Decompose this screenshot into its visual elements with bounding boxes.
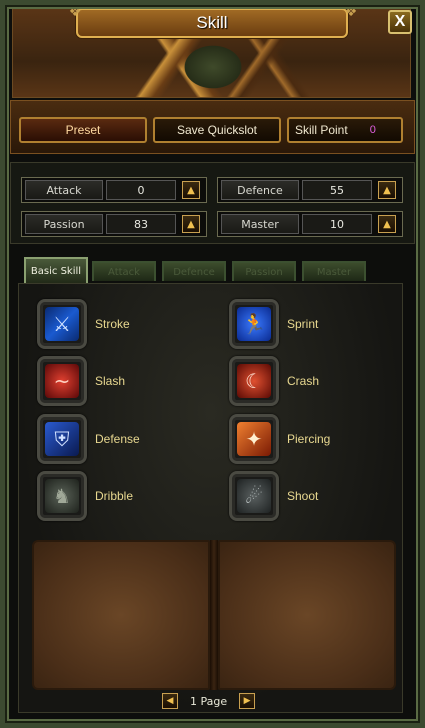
stat-value: 0	[106, 180, 176, 200]
stat-value: 83	[106, 214, 176, 234]
window-title: Skill	[76, 8, 348, 38]
stat-label: Passion	[25, 214, 103, 234]
skill-slot: ☾	[229, 356, 279, 406]
blue-shield-icon: ⛨	[45, 422, 79, 456]
skill-window: Skill ❖ ❖ X Preset Save Quickslot Skill …	[0, 0, 425, 728]
orange-burst-icon: ✦	[237, 422, 271, 456]
tab-label: Master	[316, 266, 352, 278]
skill-name: Shoot	[287, 489, 319, 503]
tab-master[interactable]: Master	[302, 261, 366, 281]
skill-dribble[interactable]: ♞ Dribble	[37, 471, 133, 521]
skill-slash[interactable]: ~ Slash	[37, 356, 125, 406]
corner-ornament-icon: ❖	[68, 4, 82, 20]
skill-slot: ☄	[229, 471, 279, 521]
arrow-up-icon: ▲	[383, 184, 391, 196]
book-left-page	[32, 540, 210, 690]
tab-attack[interactable]: Attack	[92, 261, 156, 281]
skill-book	[32, 540, 396, 690]
skill-shoot[interactable]: ☄ Shoot	[229, 471, 318, 521]
skill-sprint[interactable]: 🏃 Sprint	[229, 299, 318, 349]
stat-attack: Attack 0 ▲	[21, 177, 207, 203]
page-indicator: 1 Page	[190, 694, 228, 708]
close-button[interactable]: X	[388, 10, 412, 34]
tab-label: Defence	[173, 266, 215, 278]
tab-label: Attack	[108, 266, 140, 278]
skill-slot: ♞	[37, 471, 87, 521]
skill-name: Dribble	[95, 489, 134, 503]
preset-label: Preset	[65, 123, 101, 137]
tab-label: Passion	[245, 266, 283, 278]
skill-slot: ✦	[229, 414, 279, 464]
stat-defence: Defence 55 ▲	[217, 177, 403, 203]
skill-point-display: Skill Point 0	[287, 117, 403, 143]
pagination: ◀ 1 Page ▶	[162, 692, 256, 710]
arrow-up-icon: ▲	[187, 184, 195, 196]
skill-slot: ⛨	[37, 414, 87, 464]
tab-label: Basic Skill	[30, 265, 82, 277]
toolbar: Preset Save Quickslot Skill Point 0	[10, 100, 415, 154]
skill-slot: ⚔	[37, 299, 87, 349]
arrow-right-icon: ▶	[243, 696, 251, 706]
next-page-button[interactable]: ▶	[239, 693, 256, 709]
close-icon: X	[394, 13, 406, 30]
skill-point-value: 0	[369, 124, 376, 136]
skill-name: Crash	[287, 374, 320, 388]
skill-name: Slash	[95, 374, 126, 388]
tab-basic-skill[interactable]: Basic Skill	[24, 257, 88, 283]
increase-defence-button[interactable]: ▲	[378, 181, 396, 199]
arrow-left-icon: ◀	[166, 696, 174, 706]
increase-passion-button[interactable]: ▲	[182, 215, 200, 233]
running-figure-icon: 🏃	[237, 307, 271, 341]
book-spine	[210, 540, 218, 690]
skill-defense[interactable]: ⛨ Defense	[37, 414, 140, 464]
stat-value: 55	[302, 180, 372, 200]
save-quickslot-button[interactable]: Save Quickslot	[153, 117, 281, 143]
stat-label: Attack	[25, 180, 103, 200]
book-right-page	[218, 540, 396, 690]
gray-comet-icon: ☄	[237, 479, 271, 513]
stats-panel: Attack 0 ▲ Defence 55 ▲ Passion 83 ▲ Mas…	[10, 162, 415, 244]
skill-slot: 🏃	[229, 299, 279, 349]
skill-tabs: Basic Skill Attack Defence Passion Maste…	[20, 257, 410, 283]
skill-name: Defense	[95, 432, 140, 446]
window-title-text: Skill	[196, 13, 228, 32]
arrow-up-icon: ▲	[187, 218, 195, 230]
skill-stroke[interactable]: ⚔ Stroke	[37, 299, 130, 349]
stat-label: Master	[221, 214, 299, 234]
stat-passion: Passion 83 ▲	[21, 211, 207, 237]
skill-crash[interactable]: ☾ Crash	[229, 356, 319, 406]
preset-button[interactable]: Preset	[19, 117, 147, 143]
corner-ornament-icon: ❖	[344, 4, 358, 20]
tab-defence[interactable]: Defence	[162, 261, 226, 281]
stat-value: 10	[302, 214, 372, 234]
sword-icon: ⚔	[45, 307, 79, 341]
red-swirl-icon: ~	[45, 364, 79, 398]
skill-name: Sprint	[287, 317, 319, 331]
red-crescent-icon: ☾	[237, 364, 271, 398]
save-quickslot-label: Save Quickslot	[176, 123, 258, 137]
tab-passion[interactable]: Passion	[232, 261, 296, 281]
skill-name: Piercing	[287, 432, 331, 446]
increase-master-button[interactable]: ▲	[378, 215, 396, 233]
skill-point-label: Skill Point	[295, 123, 348, 137]
prev-page-button[interactable]: ◀	[162, 693, 178, 709]
skill-name: Stroke	[95, 317, 130, 331]
stat-label: Defence	[221, 180, 299, 200]
increase-attack-button[interactable]: ▲	[182, 181, 200, 199]
arrow-up-icon: ▲	[383, 218, 391, 230]
stat-master: Master 10 ▲	[217, 211, 403, 237]
skill-slot: ~	[37, 356, 87, 406]
skill-piercing[interactable]: ✦ Piercing	[229, 414, 330, 464]
gray-figure-icon: ♞	[45, 479, 79, 513]
